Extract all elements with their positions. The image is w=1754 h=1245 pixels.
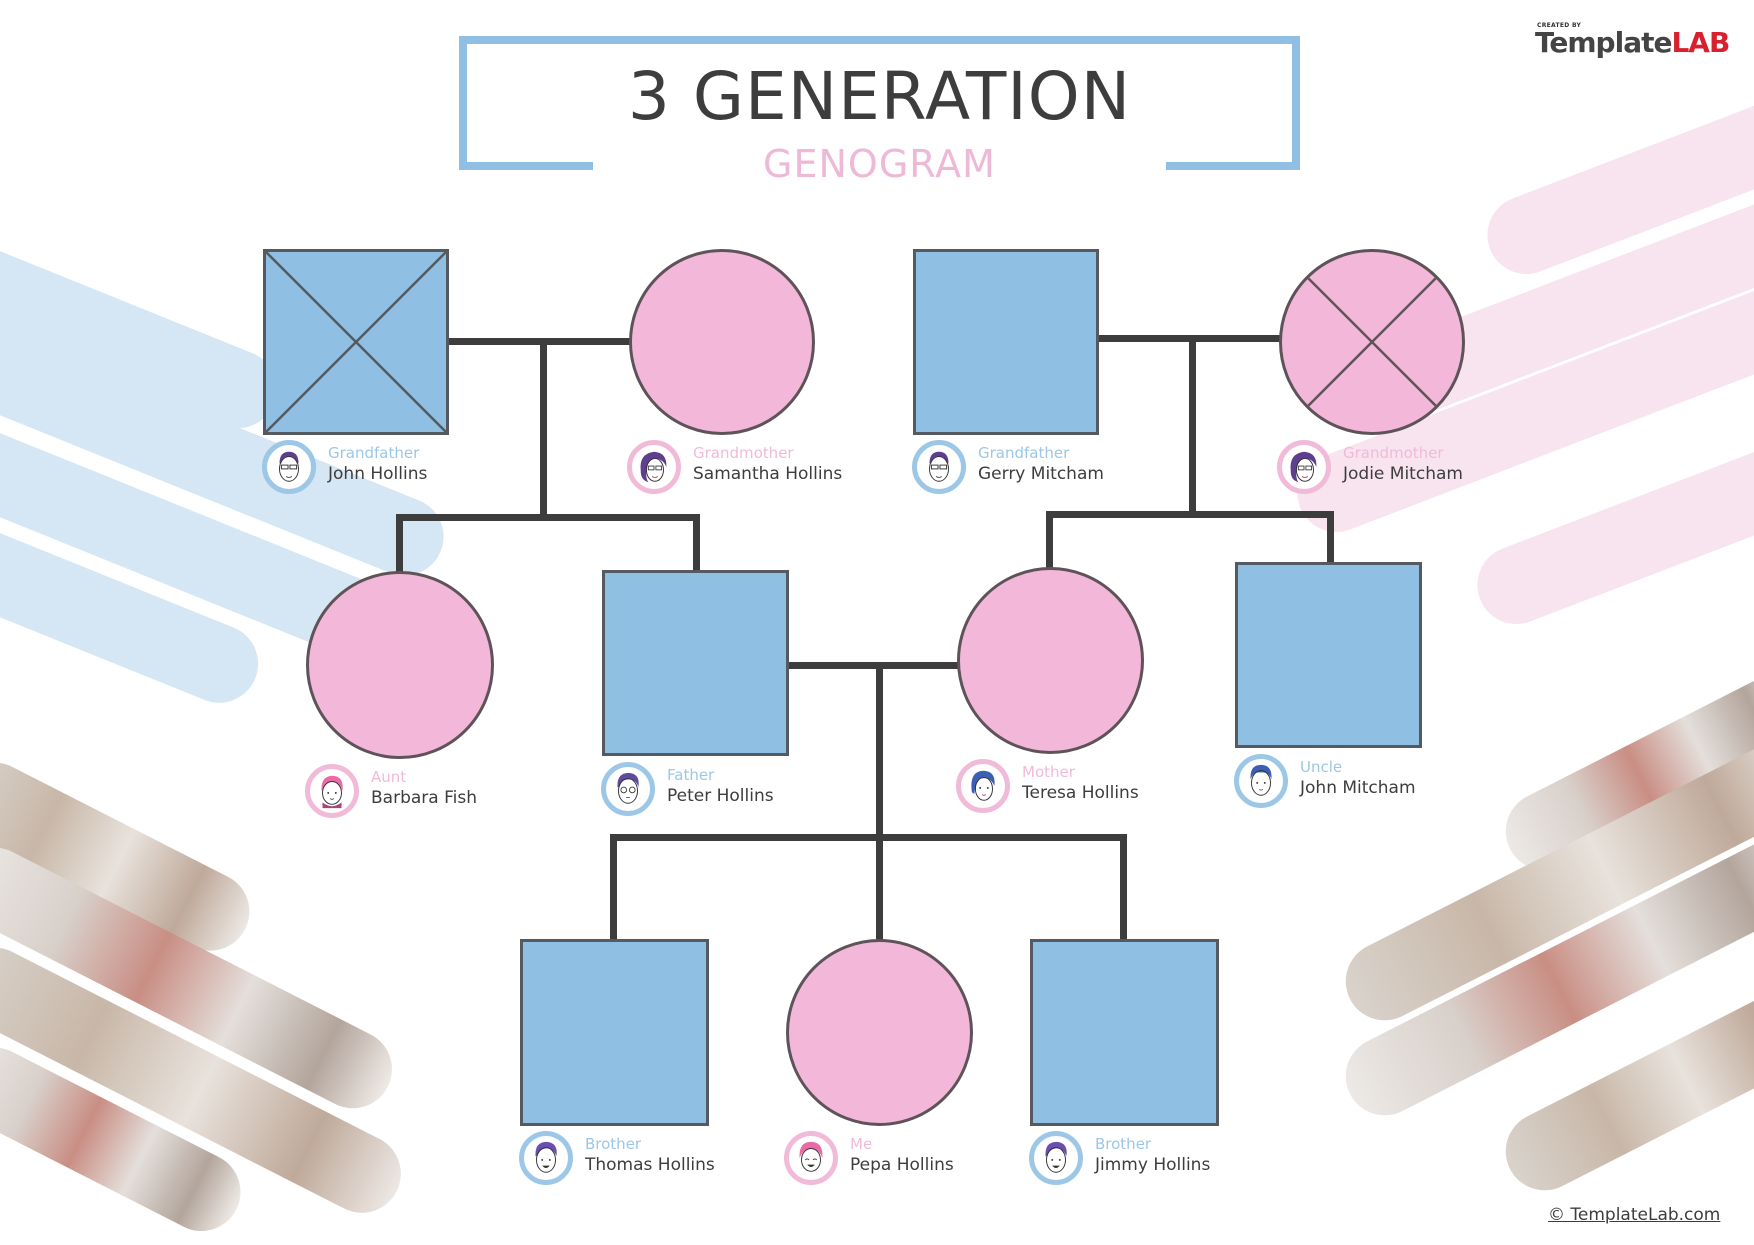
person-name: Peter Hollins <box>667 786 774 806</box>
child-line-uncle <box>1327 511 1334 567</box>
node-brother-jimmy-hollins <box>1030 939 1219 1126</box>
descent-line-mitcham <box>1189 335 1196 515</box>
node-grandmother-samantha-hollins <box>629 249 815 435</box>
node-brother-thomas-hollins <box>520 939 709 1126</box>
sibship-line-children <box>610 834 1127 841</box>
descent-line-hollins <box>540 338 547 518</box>
woman-face-icon <box>321 775 343 809</box>
avatar <box>784 1131 838 1185</box>
logo-template-text: Template <box>1535 26 1672 59</box>
deceased-x-icon <box>1307 277 1437 407</box>
old-woman-face-icon <box>640 451 667 483</box>
node-grandmother-jodie-mitcham <box>1279 249 1465 435</box>
boy-face-icon <box>1045 1141 1067 1173</box>
sibship-line-mitcham <box>1046 511 1334 518</box>
avatar <box>956 759 1010 813</box>
person-role: Brother <box>1095 1135 1152 1153</box>
descent-line-parents <box>876 662 883 944</box>
boy-face-icon <box>535 1141 557 1173</box>
node-grandfather-gerry-mitcham <box>913 249 1099 435</box>
person-name: Barbara Fish <box>371 788 477 808</box>
avatar <box>912 440 966 494</box>
man-face-icon <box>1250 764 1272 796</box>
marriage-line-parents <box>788 662 958 669</box>
node-uncle-john-mitcham <box>1235 562 1422 748</box>
person-name: John Mitcham <box>1300 778 1416 798</box>
old-man-face-icon <box>279 451 299 482</box>
person-name: Thomas Hollins <box>585 1155 715 1175</box>
avatar <box>627 440 681 494</box>
child-line-mother <box>1046 511 1053 571</box>
person-role: Grandfather <box>328 444 420 462</box>
child-line-brother1 <box>610 834 617 944</box>
node-father-peter-hollins <box>602 570 789 756</box>
woman-face-icon <box>971 770 995 801</box>
person-role: Grandmother <box>693 444 794 462</box>
old-woman-face-icon <box>1290 451 1317 483</box>
avatar <box>1277 440 1331 494</box>
person-role: Mother <box>1022 763 1075 781</box>
person-role: Grandmother <box>1343 444 1444 462</box>
person-role: Me <box>850 1135 873 1153</box>
person-name: Pepa Hollins <box>850 1155 954 1175</box>
node-grandfather-john-hollins <box>263 249 449 435</box>
old-man-face-icon <box>929 451 949 482</box>
child-line-brother2 <box>1120 834 1127 944</box>
sibship-line-hollins <box>396 514 700 521</box>
deceased-x-icon <box>266 252 446 432</box>
person-role: Aunt <box>371 768 407 786</box>
avatar <box>1029 1131 1083 1185</box>
node-aunt-barbara-fish <box>306 571 494 759</box>
person-role: Uncle <box>1300 758 1343 776</box>
girl-face-icon <box>799 1141 823 1172</box>
man-face-icon <box>617 772 639 804</box>
person-name: Teresa Hollins <box>1022 783 1139 803</box>
marriage-line-hollins <box>448 338 630 345</box>
node-me-pepa-hollins <box>786 939 973 1126</box>
person-role: Father <box>667 766 715 784</box>
avatar <box>1234 754 1288 808</box>
avatar <box>601 762 655 816</box>
person-name: Gerry Mitcham <box>978 464 1104 484</box>
avatar <box>305 764 359 818</box>
child-line-father <box>693 514 700 574</box>
child-line-aunt <box>396 514 403 574</box>
copyright-link[interactable]: © TemplateLab.com <box>1548 1205 1720 1225</box>
page-title: 3 GENERATION <box>627 58 1132 135</box>
person-name: Jimmy Hollins <box>1095 1155 1211 1175</box>
person-name: Samantha Hollins <box>693 464 843 484</box>
person-name: Jodie Mitcham <box>1343 464 1463 484</box>
node-mother-teresa-hollins <box>957 567 1144 754</box>
person-name: John Hollins <box>328 464 428 484</box>
person-role: Brother <box>585 1135 642 1153</box>
person-role: Grandfather <box>978 444 1070 462</box>
logo-lab-text: LAB <box>1671 26 1730 59</box>
page-subtitle: GENOGRAM <box>763 142 996 186</box>
templatelab-logo: CREATED BY TemplateLAB <box>1535 20 1730 60</box>
avatar <box>262 440 316 494</box>
avatar <box>519 1131 573 1185</box>
